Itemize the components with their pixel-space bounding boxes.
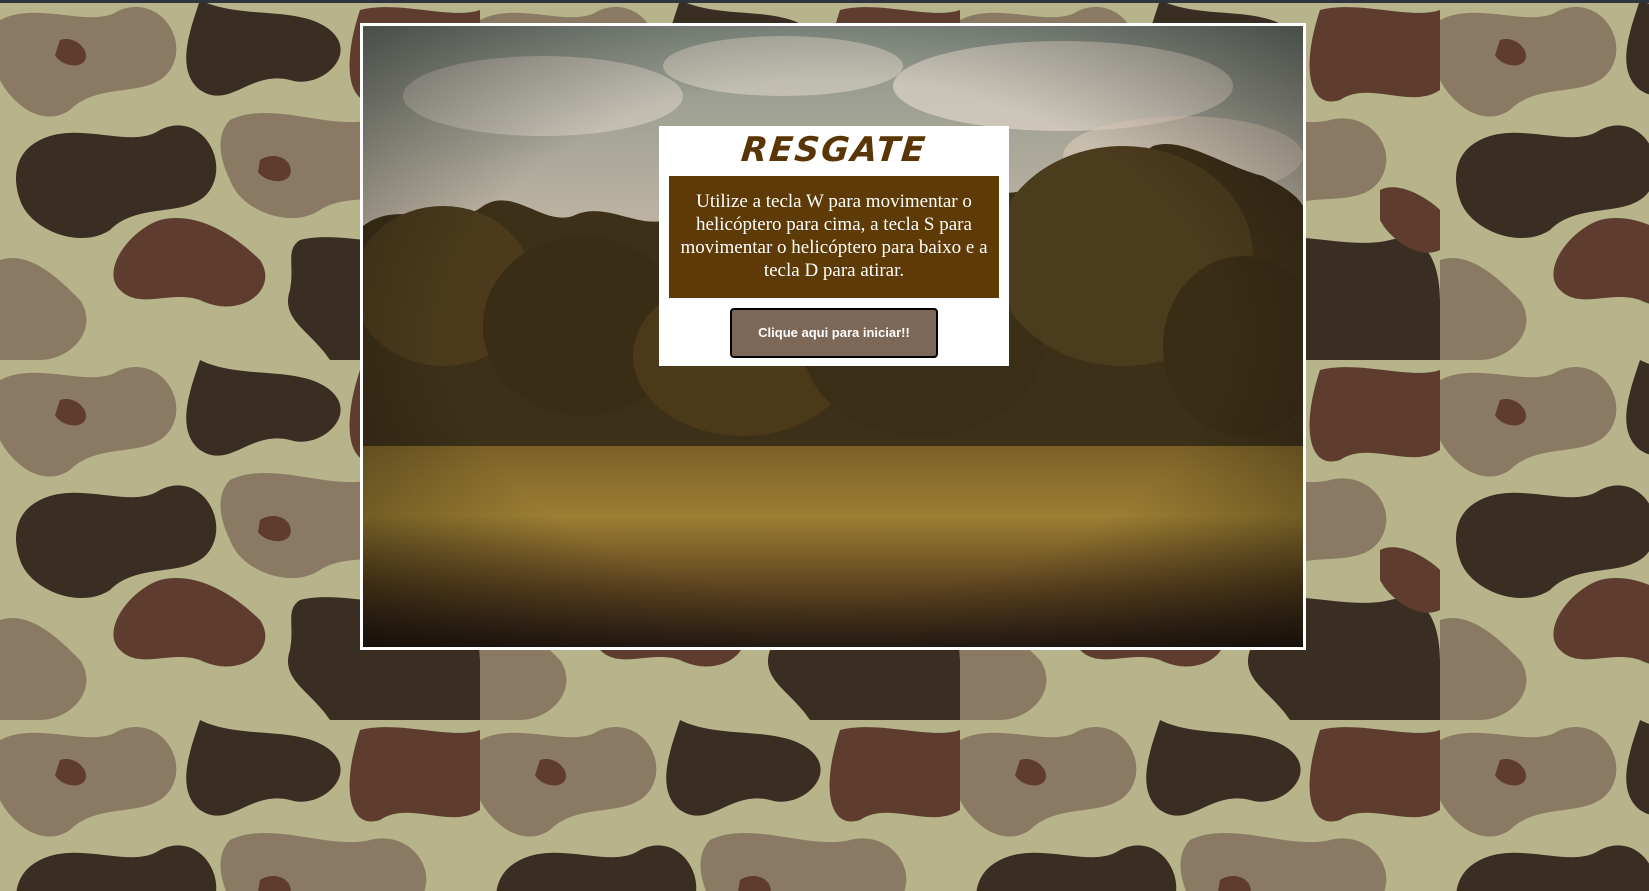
start-menu-panel: RESGATE Utilize a tecla W para movimenta… <box>659 126 1009 366</box>
browser-top-edge <box>0 0 1649 3</box>
start-game-button[interactable]: Clique aqui para iniciar!! <box>730 308 938 358</box>
instructions-box: Utilize a tecla W para movimentar o heli… <box>669 176 999 298</box>
game-title: RESGATE <box>739 130 929 170</box>
